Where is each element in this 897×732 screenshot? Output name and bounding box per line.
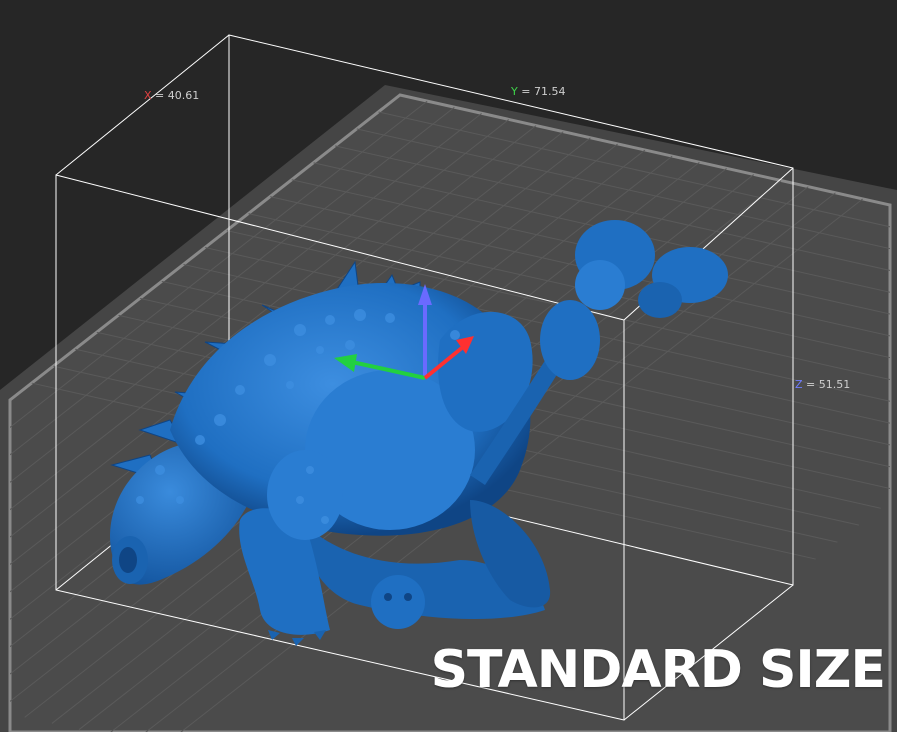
y-dimension-label: Y = 71.54 — [511, 85, 565, 98]
y-axis-letter: Y — [511, 85, 518, 98]
z-axis-letter: Z — [795, 378, 803, 391]
y-dimension-value: 71.54 — [533, 85, 566, 98]
z-dimension-label: Z = 51.51 — [795, 378, 850, 391]
y-separator: = — [517, 85, 534, 98]
z-dimension-value: 51.51 — [818, 378, 851, 391]
x-axis-letter: X — [144, 89, 152, 102]
x-separator: = — [151, 89, 168, 102]
x-dimension-label: X = 40.61 — [144, 89, 199, 102]
scene-canvas[interactable] — [0, 0, 897, 732]
3d-viewport[interactable]: X = 40.61 Y = 71.54 Z = 51.51 STANDARD S… — [0, 0, 897, 732]
size-caption: STANDARD SIZE — [430, 640, 886, 700]
x-dimension-value: 40.61 — [167, 89, 200, 102]
z-separator: = — [802, 378, 819, 391]
